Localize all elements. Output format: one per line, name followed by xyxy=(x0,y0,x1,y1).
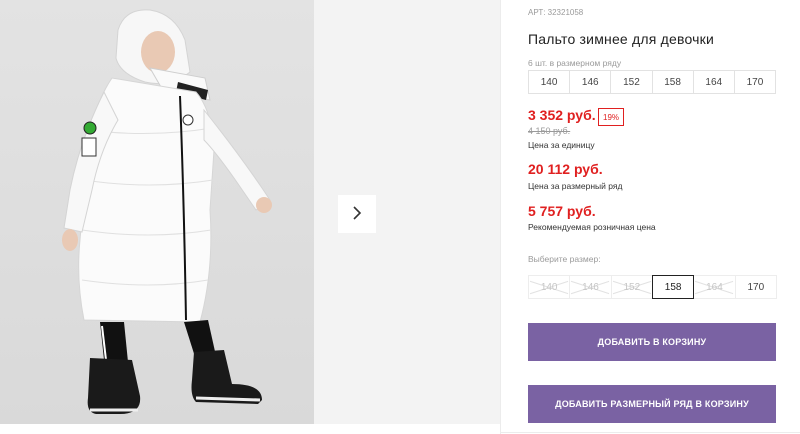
add-to-cart-button[interactable]: ДОБАВИТЬ В КОРЗИНУ xyxy=(528,323,776,361)
product-photo xyxy=(0,0,314,424)
pack-size: 146 xyxy=(570,71,612,93)
size-option-label: 152 xyxy=(623,281,641,293)
pack-hint: 6 шт. в размерном ряду xyxy=(528,58,622,68)
bottom-divider xyxy=(500,432,800,433)
size-option-label: 158 xyxy=(664,281,682,293)
pack-size: 170 xyxy=(746,76,764,88)
retail-price-label: Рекомендуемая розничная цена xyxy=(528,222,656,232)
product-title: Пальто зимнее для девочки xyxy=(528,31,714,47)
size-selector: 140 146 152 158 164 170 xyxy=(528,275,777,299)
pack-size: 164 xyxy=(694,71,735,93)
chevron-right-icon xyxy=(350,205,364,224)
size-option-label: 146 xyxy=(582,281,599,293)
pack-price-label: Цена за размерный ряд xyxy=(528,181,623,191)
size-option-164[interactable]: 164 xyxy=(693,275,736,299)
column-divider xyxy=(500,0,501,434)
select-size-label: Выберите размер: xyxy=(528,254,601,264)
size-option-152[interactable]: 152 xyxy=(610,275,653,299)
add-pack-to-cart-button[interactable]: ДОБАВИТЬ РАЗМЕРНЫЙ РЯД В КОРЗИНУ xyxy=(528,385,776,423)
article-number: АРТ: 32321058 xyxy=(528,8,584,17)
product-gallery xyxy=(0,0,500,424)
gallery-next-button[interactable] xyxy=(338,195,376,233)
pack-size: 152 xyxy=(611,71,653,93)
unit-price: 3 352 руб. xyxy=(528,107,596,123)
size-option-158[interactable]: 158 xyxy=(651,275,695,299)
size-option-140[interactable]: 140 xyxy=(528,275,571,299)
size-option-170[interactable]: 170 xyxy=(734,275,777,299)
size-option-label: 170 xyxy=(747,281,765,293)
size-option-label: 164 xyxy=(706,281,723,293)
retail-price: 5 757 руб. xyxy=(528,203,596,219)
pack-sizes-row: 140 146 152 158 164 170 xyxy=(528,70,776,94)
pack-size: 158 xyxy=(653,71,694,93)
size-option-146[interactable]: 146 xyxy=(569,275,612,299)
unit-price-label: Цена за единицу xyxy=(528,140,595,150)
product-image xyxy=(62,9,272,414)
pack-price: 20 112 руб. xyxy=(528,161,603,177)
discount-badge: 19% xyxy=(598,108,625,126)
old-price: 4 150 руб. xyxy=(528,126,571,136)
pack-size: 140 xyxy=(529,71,571,93)
size-option-label: 140 xyxy=(540,281,558,293)
